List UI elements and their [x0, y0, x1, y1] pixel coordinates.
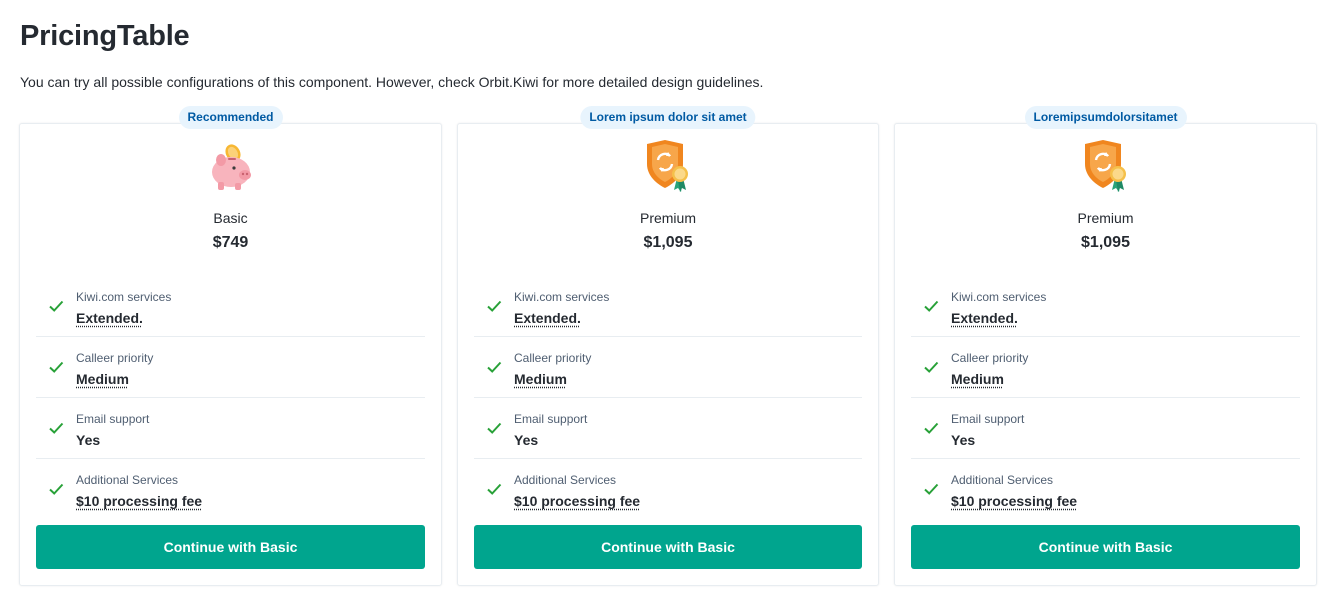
page-title: PricingTable: [20, 20, 190, 52]
check-icon: [474, 480, 514, 498]
feature-list: Kiwi.com services Extended. Calleer prior…: [36, 276, 425, 519]
feature-value[interactable]: Medium: [76, 369, 153, 389]
feature-item: Email support Yes: [911, 398, 1300, 459]
plan-name: Premium: [639, 210, 696, 226]
feature-item: Calleer priority Medium: [474, 337, 862, 398]
feature-list: Kiwi.com services Extended. Calleer prior…: [911, 276, 1300, 519]
feature-label: Calleer priority: [76, 350, 154, 365]
continue-button[interactable]: Continue with Basic: [911, 525, 1300, 569]
feature-item: Additional Services $10 processing fee: [474, 459, 862, 519]
check-icon: [474, 358, 514, 376]
feature-value: Yes: [951, 431, 976, 448]
feature-item: Email support Yes: [474, 398, 862, 459]
feature-item: Kiwi.com services Extended.: [911, 276, 1300, 337]
check-icon: [36, 297, 76, 315]
continue-button[interactable]: Continue with Basic: [474, 525, 862, 569]
check-icon: [36, 480, 76, 498]
feature-item: Additional Services $10 processing fee: [36, 459, 425, 519]
feature-label: Email support: [951, 411, 1025, 426]
pricing-card[interactable]: Basic $749 Kiwi.com services Extended. Ca…: [19, 123, 442, 586]
feature-value[interactable]: Medium: [514, 369, 591, 389]
feature-label: Email support: [514, 411, 588, 426]
plan-badge: Loremipsumdolorsitamet: [1024, 106, 1187, 129]
pricing-card-premium: Lorem ipsum dolor sit amet Premium $1,09…: [457, 106, 879, 586]
pricing-card[interactable]: Premium $1,095 Kiwi.com services Extended…: [457, 123, 879, 586]
check-icon: [474, 297, 514, 315]
feature-item: Additional Services $10 processing fee: [911, 459, 1300, 519]
feature-label: Kiwi.com services: [514, 289, 610, 304]
feature-value[interactable]: $10 processing fee: [514, 491, 640, 511]
feature-label: Kiwi.com services: [76, 289, 172, 304]
feature-item: Kiwi.com services Extended.: [36, 276, 425, 337]
feature-item: Calleer priority Medium: [36, 337, 425, 398]
feature-label: Email support: [76, 411, 150, 426]
check-icon: [911, 480, 951, 498]
feature-label: Kiwi.com services: [951, 289, 1047, 304]
feature-list: Kiwi.com services Extended. Calleer prior…: [474, 276, 862, 519]
plan-name: Basic: [213, 210, 248, 226]
feature-label: Additional Services: [514, 472, 617, 487]
piggy-bank-illustration: [36, 124, 425, 194]
feature-value[interactable]: Extended.: [514, 308, 609, 328]
pricing-card-basic: Recommended Basic $749 Kiwi.com services…: [19, 106, 442, 586]
pricing-card-premium-alt: Loremipsumdolorsitamet Premium $1,095 Ki…: [894, 106, 1317, 586]
check-icon: [911, 419, 951, 437]
feature-value: Yes: [514, 431, 539, 448]
feature-item: Email support Yes: [36, 398, 425, 459]
plan-name: Premium: [1077, 210, 1134, 226]
check-icon: [474, 419, 514, 437]
feature-value[interactable]: Extended.: [951, 308, 1046, 328]
insurance-badge-illustration: [474, 124, 862, 194]
check-icon: [911, 358, 951, 376]
page-description: You can try all possible configurations …: [20, 74, 764, 90]
feature-item: Kiwi.com services Extended.: [474, 276, 862, 337]
pricing-card[interactable]: Premium $1,095 Kiwi.com services Extended…: [894, 123, 1317, 586]
feature-label: Additional Services: [951, 472, 1054, 487]
check-icon: [36, 358, 76, 376]
feature-item: Calleer priority Medium: [911, 337, 1300, 398]
feature-label: Calleer priority: [951, 350, 1029, 365]
feature-value[interactable]: $10 processing fee: [951, 491, 1077, 511]
plan-price: $1,095: [643, 234, 693, 251]
continue-button[interactable]: Continue with Basic: [36, 525, 425, 569]
insurance-badge-illustration: [911, 124, 1300, 194]
feature-value[interactable]: Extended.: [76, 308, 171, 328]
feature-value: Yes: [76, 431, 101, 448]
plan-price: $749: [212, 234, 249, 251]
pricing-table: Recommended Basic $749 Kiwi.com services…: [19, 106, 1317, 586]
plan-price: $1,095: [1081, 234, 1130, 251]
feature-label: Additional Services: [76, 472, 179, 487]
feature-label: Calleer priority: [514, 350, 592, 365]
plan-badge: Lorem ipsum dolor sit amet: [580, 106, 756, 129]
feature-value[interactable]: $10 processing fee: [76, 491, 202, 511]
check-icon: [36, 419, 76, 437]
feature-value[interactable]: Medium: [951, 369, 1028, 389]
check-icon: [911, 297, 951, 315]
recommended-badge: Recommended: [178, 106, 283, 129]
